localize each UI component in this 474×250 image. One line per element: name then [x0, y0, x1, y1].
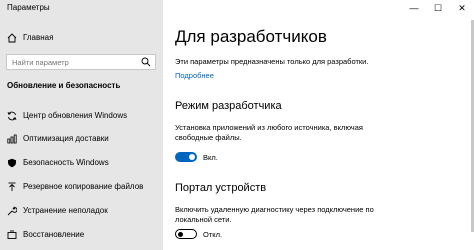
device-portal-toggle[interactable]: [175, 229, 197, 239]
sidebar-item-troubleshoot[interactable]: Устранение неполадок: [0, 202, 163, 220]
shield-icon: [8, 158, 16, 168]
wrench-icon: [7, 206, 17, 216]
sidebar-item-backup[interactable]: Резервное копирование файлов: [0, 178, 163, 196]
close-button[interactable]: ✕: [455, 2, 469, 14]
window-title: Параметры: [7, 3, 50, 12]
section-title: Обновление и безопасность: [7, 81, 121, 90]
toggle-knob: [189, 154, 195, 160]
sidebar-item-label: Оптимизация доставки: [23, 134, 109, 143]
backup-icon: [8, 182, 16, 191]
sidebar-item-delivery-optimization[interactable]: Оптимизация доставки: [0, 130, 163, 148]
sync-icon: [7, 111, 17, 121]
learn-more-link[interactable]: Подробнее: [175, 71, 214, 80]
home-icon: [7, 33, 17, 43]
search-input[interactable]: [12, 55, 132, 69]
main-content: — ☐ ✕ Для разработчиков Эти параметры пр…: [163, 0, 474, 250]
minimize-button[interactable]: —: [407, 2, 421, 14]
sidebar-item-label: Центр обновления Windows: [23, 111, 128, 120]
sidebar-item-label: Устранение неполадок: [23, 206, 108, 215]
dev-mode-description: Установка приложений из любого источника…: [175, 123, 363, 142]
sidebar-item-label: Резервное копирование файлов: [23, 182, 144, 191]
sidebar-item-recovery[interactable]: Восстановление: [0, 226, 163, 244]
page-description: Эти параметры предназначены только для р…: [175, 57, 369, 66]
search-icon[interactable]: [141, 57, 151, 67]
device-portal-heading: Портал устройств: [175, 182, 267, 194]
sidebar: Параметры Главная Обновление и безопасно…: [0, 0, 163, 250]
device-portal-state-label: Откл.: [203, 230, 223, 239]
sidebar-item-windows-update[interactable]: Центр обновления Windows: [0, 107, 163, 125]
dev-mode-state-label: Вкл.: [203, 153, 218, 162]
dev-mode-toggle[interactable]: [175, 152, 197, 162]
dev-mode-heading: Режим разработчика: [175, 100, 282, 112]
home-link[interactable]: Главная: [23, 33, 53, 42]
recovery-icon: [7, 230, 17, 239]
sidebar-item-label: Безопасность Windows: [23, 158, 109, 167]
page-title: Для разработчиков: [175, 27, 327, 46]
delivery-icon: [7, 134, 17, 144]
sidebar-item-windows-security[interactable]: Безопасность Windows: [0, 154, 163, 172]
sidebar-item-label: Восстановление: [23, 230, 85, 239]
search-box[interactable]: [6, 54, 156, 70]
device-portal-description: Включить удаленную диагностику через под…: [175, 205, 374, 224]
toggle-knob: [178, 231, 183, 237]
maximize-button[interactable]: ☐: [431, 2, 445, 14]
